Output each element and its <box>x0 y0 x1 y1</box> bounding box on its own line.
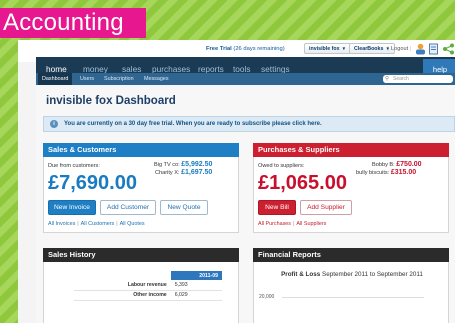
financial-reports-header: Financial Reports <box>253 248 449 262</box>
accounting-banner: Accounting <box>0 8 146 38</box>
y-tick-label: 20,000 <box>259 294 275 300</box>
new-invoice-button[interactable]: New Invoice <box>48 200 96 215</box>
debtor-row: Charity X: £1,697.50 <box>155 169 213 176</box>
all-suppliers-link[interactable]: All Suppliers <box>296 221 326 227</box>
page-title: invisible fox Dashboard <box>46 95 176 107</box>
organisation-select[interactable]: invisible fox ▼ <box>304 43 352 54</box>
all-quotes-link[interactable]: All Quotes <box>120 221 145 227</box>
dashboard-content: invisible fox Dashboard i You are curren… <box>36 85 455 323</box>
app-window: Free Trial (26 days remaining) invisible… <box>18 40 455 323</box>
user-icon[interactable] <box>415 43 426 55</box>
table-row: Other income 6,029 <box>74 290 222 301</box>
all-purchases-link[interactable]: All Purchases <box>258 221 291 227</box>
purchases-panel-header: Purchases & Suppliers <box>253 143 449 157</box>
new-bill-button[interactable]: New Bill <box>258 200 296 215</box>
sales-customers-panel: Sales & Customers Due from customers: £7… <box>43 143 239 233</box>
new-quote-button[interactable]: New Quote <box>160 200 208 215</box>
sales-panel-header: Sales & Customers <box>43 143 239 157</box>
sales-links: All Invoices | All Customers | All Quotes <box>48 221 145 227</box>
trial-notice[interactable]: i You are currently on a 30 day free tri… <box>43 116 455 132</box>
sales-history-header: Sales History <box>43 248 239 262</box>
purchases-links: All Purchases | All Suppliers <box>258 221 327 227</box>
chart-title: Profit & Loss September 2011 to Septembe… <box>281 271 423 278</box>
financial-reports-panel: Financial Reports Profit & Loss Septembe… <box>253 248 449 323</box>
all-customers-link[interactable]: All Customers <box>81 221 115 227</box>
table-row: Labour revenue 5,393 <box>74 280 222 291</box>
due-total: £7,690.00 <box>48 172 137 194</box>
subnav-dashboard[interactable]: Dashboard <box>38 73 73 85</box>
chart-gridline <box>282 297 424 298</box>
all-invoices-link[interactable]: All Invoices <box>48 221 75 227</box>
share-icon[interactable] <box>442 43 454 55</box>
creditor-row: bully biscuits: £315.00 <box>356 169 417 176</box>
search-icon: ⚲ <box>385 76 390 82</box>
subnav-users[interactable]: Users <box>76 73 98 85</box>
debtor-row: Big TV co: £5,992.50 <box>154 161 213 168</box>
due-label: Due from customers: <box>48 163 100 169</box>
subnav-messages[interactable]: Messages <box>140 73 173 85</box>
table-header-row: 2011-09 <box>74 271 222 280</box>
sub-nav: Dashboard Users Subscription Messages ⚲ … <box>36 73 455 85</box>
info-icon: i <box>50 120 58 128</box>
free-trial-link[interactable]: Free Trial (26 days remaining) <box>206 44 285 54</box>
logout-link[interactable]: | Logout | <box>388 44 411 54</box>
document-icon[interactable] <box>429 43 438 55</box>
add-customer-button[interactable]: Add Customer <box>100 200 156 215</box>
table-column-header: 2011-09 <box>170 271 222 280</box>
sales-history-table: 2011-09 Labour revenue 5,393 Other income… <box>74 271 222 301</box>
search-input[interactable]: ⚲ Search <box>383 75 453 83</box>
sales-history-panel: Sales History 2011-09 Labour revenue 5,39… <box>43 248 239 323</box>
subnav-subscription[interactable]: Subscription <box>100 73 138 85</box>
add-supplier-button[interactable]: Add Supplier <box>300 200 352 215</box>
banner-title: Accounting <box>3 9 124 36</box>
owed-total: £1,065.00 <box>258 172 347 194</box>
purchases-suppliers-panel: Purchases & Suppliers Owed to suppliers:… <box>253 143 449 233</box>
creditor-row: Bobby B: £750.00 <box>372 161 422 168</box>
chevron-down-icon: ▼ <box>341 46 347 51</box>
owed-label: Owed to suppliers: <box>258 163 305 169</box>
